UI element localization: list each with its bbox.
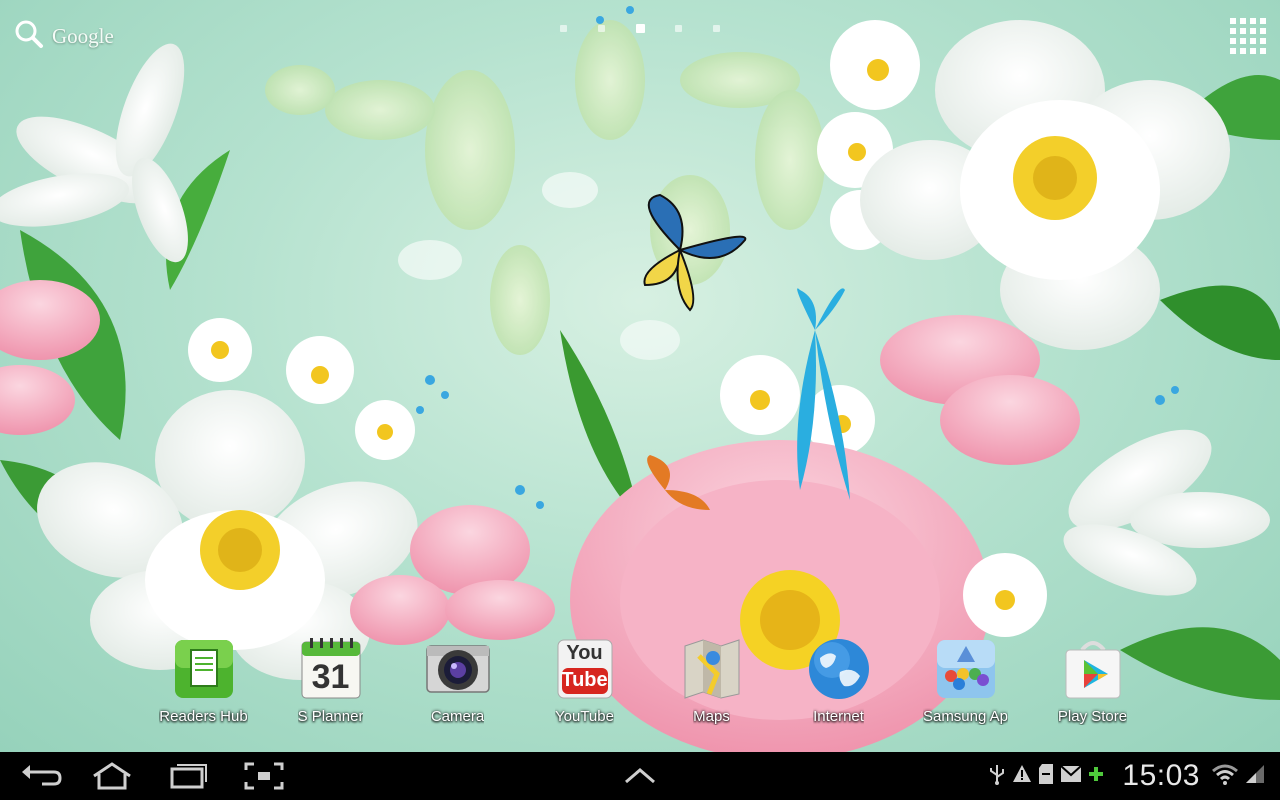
signal-icon [1244,763,1266,790]
calendar-icon: 31 [298,636,364,702]
app-label: YouTube [555,708,614,725]
app-label: Camera [430,708,485,725]
warning-icon [1012,764,1032,789]
app-label: Maps [693,708,730,725]
recent-apps-button[interactable] [164,760,212,792]
system-bar: 15:03 [0,752,1280,800]
mini-apps-tray-button[interactable] [616,760,664,792]
up-arrow-icon [616,768,664,796]
screenshot-icon [240,762,288,796]
google-search-label: Google [52,23,114,48]
app-label: S Planner [297,708,364,725]
app-youtube[interactable]: You Tube YouTube [521,636,648,734]
google-search-bar[interactable]: Google [14,18,114,54]
app-play-store[interactable]: Play Store [1029,636,1156,734]
app-dock: Readers Hub 31 S Planner Camera You Tube… [140,636,1160,734]
page-dot [597,24,605,32]
screenshot-button[interactable] [240,760,288,792]
search-icon [14,19,44,54]
play-store-icon [1060,636,1126,702]
app-label: Internet [813,708,864,725]
app-readers-hub[interactable]: Readers Hub [140,636,267,734]
calendar-date: 31 [311,658,350,696]
maps-icon [679,636,745,702]
usb-icon [988,763,1006,790]
youtube-logo-top: You [566,642,603,664]
app-label: Readers Hub [159,708,248,725]
sd-card-icon [1038,763,1054,790]
app-label: Play Store [1057,708,1128,725]
home-page-indicator [560,22,720,34]
home-icon [88,762,136,796]
app-camera[interactable]: Camera [394,636,521,734]
app-maps[interactable]: Maps [648,636,775,734]
status-area[interactable]: 15:03 [988,752,1266,800]
app-samsung-apps[interactable]: Samsung Ap [902,636,1029,734]
apps-button[interactable] [1228,16,1268,56]
page-dot [713,24,720,32]
back-button[interactable] [16,760,64,792]
camera-icon [425,636,491,702]
globe-icon [806,636,872,702]
apps-grid-icon [1228,18,1268,60]
app-internet[interactable]: Internet [775,636,902,734]
app-s-planner[interactable]: 31 S Planner [267,636,394,734]
wifi-icon [1212,763,1238,790]
clock: 15:03 [1122,759,1200,792]
youtube-icon: You Tube [552,636,618,702]
back-icon [16,765,64,796]
page-dot-active [635,23,645,33]
gmail-icon [1060,764,1083,788]
youtube-logo-bottom: Tube [561,669,608,691]
page-dot [560,24,567,32]
battery-plus-icon [1088,765,1104,788]
samsung-apps-icon [933,636,999,702]
readers-hub-icon [171,636,237,702]
recent-apps-icon [164,764,212,796]
page-dot [675,24,683,32]
app-label: Samsung Ap [922,708,1009,725]
home-button[interactable] [88,760,136,792]
